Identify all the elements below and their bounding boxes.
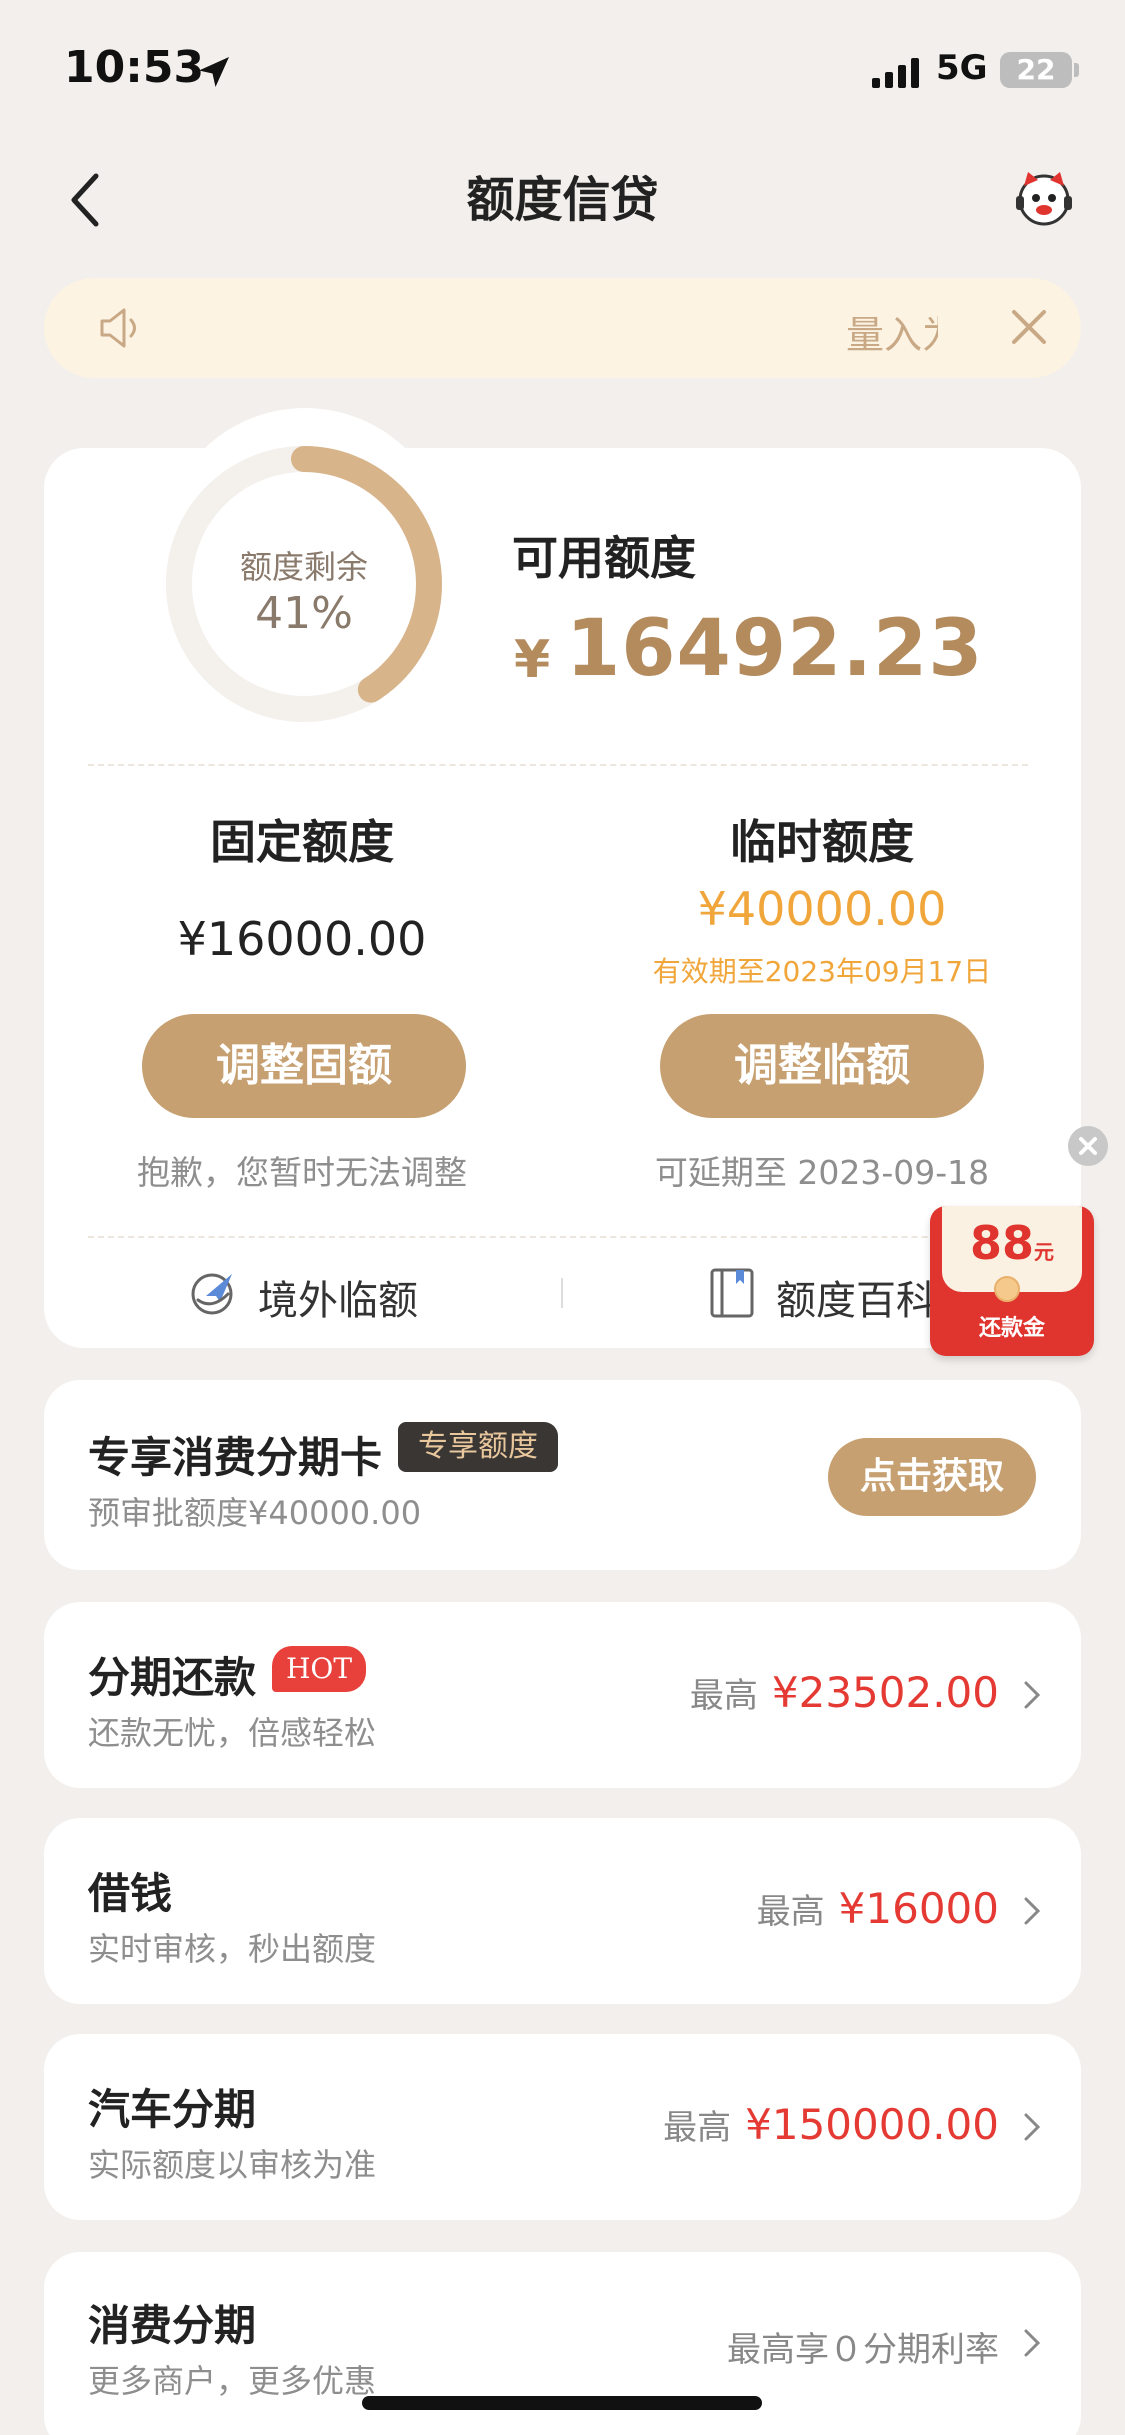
mascot-avatar-icon[interactable] xyxy=(1012,166,1076,230)
car-installment-sub: 实际额度以审核为准 xyxy=(88,2146,377,2184)
fixed-credit-amount: ¥16000.00 xyxy=(177,912,427,966)
divider xyxy=(88,764,1028,766)
available-credit-label: 可用额度 xyxy=(512,531,696,585)
installment-card-title: 专享消费分期卡 xyxy=(88,1433,383,1482)
exclusive-credit-badge: 专享额度 xyxy=(398,1422,558,1472)
get-card-button[interactable]: 点击获取 xyxy=(828,1438,1036,1516)
home-indicator[interactable] xyxy=(362,2396,762,2410)
battery-tip xyxy=(1074,63,1079,77)
borrow-sub: 实时审核，秒出额度 xyxy=(88,1930,377,1968)
temp-credit-expiry: 有效期至2023年09月17日 xyxy=(652,955,992,988)
speaker-icon xyxy=(100,308,136,348)
repay-installment-title: 分期还款 xyxy=(88,1653,257,1702)
close-red-packet-icon[interactable] xyxy=(1068,1126,1108,1166)
consumer-installment-rate: 最高享０分期利率 xyxy=(727,2330,999,2370)
hot-badge: HOT xyxy=(272,1646,367,1692)
divider xyxy=(88,1236,1028,1238)
currency-symbol: ¥ xyxy=(514,630,551,690)
adjust-temp-button[interactable]: 调整临额 xyxy=(660,1014,984,1118)
overseas-credit-link[interactable]: 境外临额 xyxy=(258,1268,418,1326)
consumer-installment-title: 消费分期 xyxy=(88,2301,257,2350)
temp-credit-title: 临时额度 xyxy=(730,815,914,869)
car-installment-limit: 最高 ¥150000.00 xyxy=(663,2100,999,2149)
chevron-right-icon xyxy=(1024,1681,1041,1709)
red-packet-amount: 88元 xyxy=(969,1216,1054,1270)
temp-credit-amount: ¥40000.00 xyxy=(697,882,947,936)
temp-credit-note: 可延期至 2023-09-18 xyxy=(654,1153,990,1192)
adjust-fixed-button[interactable]: 调整固额 xyxy=(142,1014,466,1118)
red-packet-label: 还款金 xyxy=(978,1316,1045,1341)
car-installment-title: 汽车分期 xyxy=(88,2085,257,2134)
borrow-title: 借钱 xyxy=(88,1869,173,1918)
book-icon[interactable] xyxy=(708,1266,756,1320)
fixed-credit-note: 抱歉，您暂时无法调整 xyxy=(137,1153,467,1192)
link-separator xyxy=(561,1278,563,1308)
available-credit-amount: 16492.23 xyxy=(566,604,984,694)
location-arrow-icon xyxy=(199,57,229,87)
battery-icon: 22 xyxy=(1000,52,1072,88)
credit-wiki-link[interactable]: 额度百科 xyxy=(776,1268,936,1326)
ring-label: 额度剩余 xyxy=(239,548,368,586)
red-packet-widget[interactable]: 88元 还款金 xyxy=(930,1206,1094,1356)
installment-card-sub: 预审批额度¥40000.00 xyxy=(88,1494,422,1532)
borrow-limit: 最高 ¥16000 xyxy=(756,1884,999,1933)
consumer-installment-sub: 更多商户，更多优惠 xyxy=(88,2362,377,2400)
notice-text: 量入为出 xyxy=(846,313,938,357)
chevron-right-icon xyxy=(1024,1897,1041,1925)
chevron-right-icon xyxy=(1024,2113,1041,2141)
cellular-signal-icon xyxy=(872,58,919,88)
page-title: 额度信贷 xyxy=(466,172,659,228)
chevron-right-icon xyxy=(1024,2329,1041,2357)
close-notice-icon[interactable] xyxy=(1008,306,1050,348)
repay-installment-limit: 最高 ¥23502.00 xyxy=(689,1668,999,1717)
fixed-credit-title: 固定额度 xyxy=(210,815,394,869)
overseas-plane-icon[interactable] xyxy=(188,1266,240,1318)
repay-installment-sub: 还款无忧，倍感轻松 xyxy=(88,1714,377,1752)
network-type: 5G xyxy=(936,48,988,88)
status-time: 10:53 xyxy=(64,42,205,93)
ring-percent: 41% xyxy=(255,588,353,639)
coin-icon xyxy=(994,1276,1020,1302)
